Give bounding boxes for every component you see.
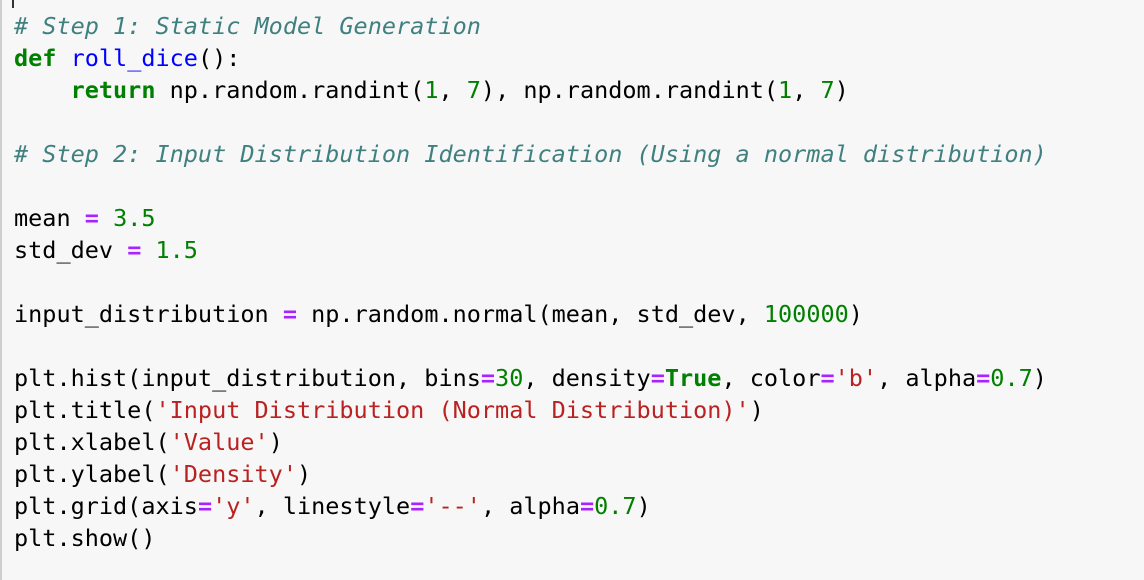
- code-token-text: plt.ylabel(: [14, 460, 170, 488]
- code-line[interactable]: input_distribution = np.random.normal(me…: [14, 298, 1047, 330]
- text-cursor: [12, 0, 14, 8]
- code-token-text: ): [1032, 364, 1047, 392]
- code-token-keyword: def: [14, 44, 57, 72]
- code-token-text: np.random.normal(mean, std_dev,: [296, 300, 764, 328]
- code-token-comment: # Step 1: Static Model Generation: [14, 12, 481, 40]
- code-line[interactable]: plt.grid(axis='y', linestyle='--', alpha…: [14, 490, 1047, 522]
- code-line[interactable]: [14, 330, 1047, 362]
- code-token-text: plt.grid(axis: [14, 492, 198, 520]
- code-token-text: ): [268, 428, 283, 456]
- code-token-text: mean: [14, 204, 85, 232]
- code-token-operator: =: [480, 364, 496, 392]
- code-line[interactable]: # Step 1: Static Model Generation: [14, 10, 1047, 42]
- code-token-text: plt.hist(input_distribution, bins: [14, 364, 481, 392]
- code-token-string-literal: 'y': [212, 492, 255, 520]
- code-token-text: ():: [197, 44, 241, 72]
- code-token-text: , alpha: [480, 492, 580, 520]
- code-token-string-literal: '--': [424, 492, 481, 520]
- code-token-text: ,: [438, 76, 467, 104]
- code-token-text: , linestyle: [254, 492, 411, 520]
- code-token-text: , density: [523, 364, 651, 392]
- code-token-comment: # Step 2: Input Distribution Identificat…: [14, 140, 1047, 168]
- code-line[interactable]: def roll_dice():: [14, 42, 1047, 74]
- code-token-text: plt.show(): [14, 524, 156, 552]
- code-token-text: ), np.random.randint(: [480, 76, 779, 104]
- code-line[interactable]: [14, 266, 1047, 298]
- code-token-number-literal: 0.7: [594, 492, 637, 520]
- code-line[interactable]: return np.random.randint(1, 7), np.rando…: [14, 74, 1047, 106]
- code-token-text: std_dev: [14, 236, 128, 264]
- code-token-text: ): [848, 300, 863, 328]
- code-token-number-literal: 0.7: [990, 364, 1033, 392]
- code-token-text: , color: [721, 364, 821, 392]
- code-token-number-literal: 3.5: [113, 204, 156, 232]
- code-token-string-literal: 'Input Distribution (Normal Distribution…: [155, 396, 750, 424]
- code-token-operator: =: [127, 236, 142, 264]
- code-token-text: , alpha: [877, 364, 977, 392]
- code-token-number-literal: 30: [495, 364, 524, 392]
- code-line[interactable]: plt.xlabel('Value'): [14, 426, 1047, 458]
- code-token-boolean-literal: True: [664, 364, 722, 392]
- code-token-number-literal: 7: [820, 76, 835, 104]
- code-token-text: plt.xlabel(: [14, 428, 170, 456]
- code-line[interactable]: plt.show(): [14, 522, 1047, 554]
- code-token-number-literal: 1: [424, 76, 439, 104]
- code-token-text: ): [296, 460, 312, 488]
- code-line[interactable]: plt.hist(input_distribution, bins=30, de…: [14, 362, 1047, 394]
- code-token-operator: =: [84, 204, 99, 232]
- code-token-text: plt.title(: [14, 396, 156, 424]
- code-token-text: ): [749, 396, 764, 424]
- code-token-string-literal: 'Density': [169, 460, 297, 488]
- code-token-string-literal: 'b': [834, 364, 878, 392]
- code-cell[interactable]: # Step 1: Static Model Generation def rol…: [0, 0, 1144, 580]
- code-token-operator: =: [197, 492, 213, 520]
- code-token-function-name: roll_dice: [70, 44, 198, 72]
- code-token-text: input_distribution: [14, 300, 283, 328]
- code-line[interactable]: [14, 106, 1047, 138]
- code-token-text: ,: [792, 76, 821, 104]
- code-line[interactable]: [14, 170, 1047, 202]
- code-token-text: ): [834, 76, 849, 104]
- code-line[interactable]: plt.ylabel('Density'): [14, 458, 1047, 490]
- code-token-number-literal: 100000: [763, 300, 849, 328]
- code-token-text: ): [636, 492, 651, 520]
- code-token-operator: =: [410, 492, 425, 520]
- code-token-text: np.random.randint(: [155, 76, 425, 104]
- code-line[interactable]: std_dev = 1.5: [14, 234, 1047, 266]
- code-token-number-literal: 1.5: [155, 236, 198, 264]
- code-line[interactable]: mean = 3.5: [14, 202, 1047, 234]
- code-line[interactable]: plt.title('Input Distribution (Normal Di…: [14, 394, 1047, 426]
- code-token-number-literal: 1: [778, 76, 793, 104]
- code-token-operator: =: [820, 364, 835, 392]
- code-token-operator: =: [579, 492, 595, 520]
- code-token-operator: =: [650, 364, 665, 392]
- code-editor[interactable]: # Step 1: Static Model Generation def rol…: [14, 10, 1047, 554]
- code-token-operator: =: [976, 364, 991, 392]
- code-token-operator: =: [282, 300, 297, 328]
- code-token-number-literal: 7: [466, 76, 481, 104]
- code-token-keyword: return: [70, 76, 156, 104]
- code-line[interactable]: # Step 2: Input Distribution Identificat…: [14, 138, 1047, 170]
- code-token-string-literal: 'Value': [169, 428, 269, 456]
